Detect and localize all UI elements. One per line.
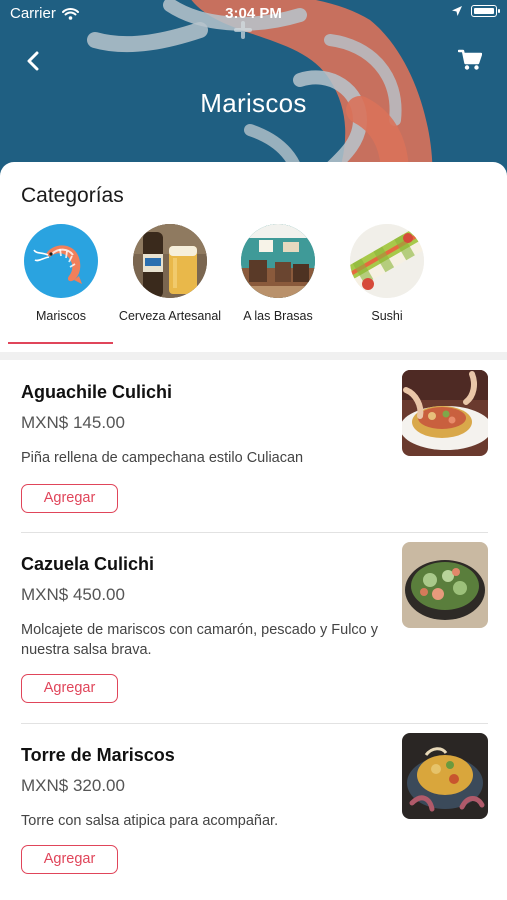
category-mariscos[interactable]: Mariscos: [6, 224, 116, 324]
product-description: Torre con salsa atipica para acompañar.: [21, 813, 279, 829]
product-image-cazuela[interactable]: [402, 542, 488, 628]
category-label: Cerveza Artesanal: [118, 309, 222, 323]
category-label: A las Brasas: [243, 309, 313, 323]
product-description: Molcajete de mariscos con camarón, pesca…: [21, 622, 379, 658]
categories-title: Categorías: [21, 184, 124, 207]
product-price: MXN$ 320.00: [21, 776, 125, 795]
status-time: 3:04 PM: [225, 5, 282, 22]
product-divider: [21, 532, 488, 533]
product-divider: [21, 723, 488, 724]
back-button[interactable]: [18, 46, 48, 76]
status-right-group: [451, 5, 500, 17]
product-description: Piña rellena de campechana estilo Culiac…: [21, 450, 304, 466]
battery-icon: [471, 5, 500, 17]
add-button[interactable]: Agregar: [21, 484, 118, 513]
product-name: Torre de Mariscos: [21, 745, 175, 765]
product-price: MXN$ 145.00: [21, 413, 125, 432]
product-image-torre[interactable]: [402, 733, 488, 819]
add-button[interactable]: Agregar: [21, 845, 118, 874]
product-name: Cazuela Culichi: [21, 554, 155, 574]
product-image-aguachile[interactable]: [402, 370, 488, 456]
chevron-left-icon: [27, 51, 39, 71]
category-label: Sushi: [371, 309, 403, 323]
section-separator: [0, 352, 507, 360]
restaurant-photo: [241, 224, 315, 298]
category-cerveza-artesanal[interactable]: Cerveza Artesanal: [115, 224, 225, 324]
battery-fill: [473, 7, 494, 14]
content-card: Categorías Mariscos Cerveza Artesanal A …: [0, 162, 507, 900]
product-name: Aguachile Culichi: [21, 382, 173, 402]
add-button[interactable]: Agregar: [21, 674, 118, 703]
category-list: Mariscos Cerveza Artesanal A las Brasas …: [0, 224, 507, 346]
page-title: Mariscos: [200, 88, 307, 118]
product-price: MXN$ 450.00: [21, 585, 125, 604]
status-bar: Carrier 3:04 PM: [0, 0, 507, 28]
cart-button[interactable]: [453, 44, 487, 76]
shrimp-icon: [24, 224, 98, 298]
sushi-photo: [350, 224, 424, 298]
cart-icon: [458, 49, 482, 70]
selected-category-indicator: [8, 342, 113, 344]
category-label: Mariscos: [35, 309, 86, 323]
beer-photo: [133, 224, 207, 298]
category-a-las-brasas[interactable]: A las Brasas: [223, 224, 333, 324]
category-sushi[interactable]: Sushi: [332, 224, 442, 324]
location-arrow-icon: [452, 6, 462, 16]
